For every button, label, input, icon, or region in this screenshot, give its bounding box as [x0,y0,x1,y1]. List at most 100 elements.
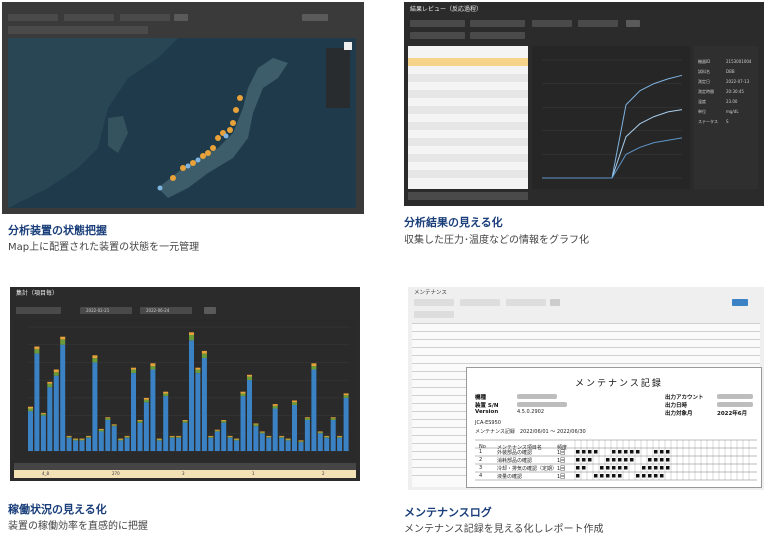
bar-9-s3 [79,438,85,440]
bar-8-s3 [73,438,79,440]
list-item[interactable] [412,355,760,356]
operation-search-button[interactable] [204,307,216,314]
day-mark [618,458,622,462]
filter-field-3[interactable] [120,14,170,21]
table-row[interactable] [408,146,528,154]
bar-2-s1 [34,353,40,451]
bar-12-s1 [98,431,104,451]
panel-2-subtitle: 収集した圧力･温度などの情報をグラフ化 [404,235,589,246]
bar-30-s2 [214,430,220,432]
operation-date-from: 2022-02-21 [86,307,110,313]
bar-32-s2 [227,436,233,438]
table-row[interactable] [408,98,528,106]
day-mark [606,458,610,462]
bar-40-s2 [279,436,285,438]
bar-39-s2 [272,405,278,409]
operation-date-from-field[interactable]: 2022-02-21 [80,307,132,314]
bar-24-s3 [176,435,182,437]
list-item[interactable] [412,363,760,364]
bar-10-s1 [86,437,91,451]
table-row[interactable] [408,122,528,130]
day-mark [576,474,580,478]
maintenance-filter-3[interactable] [506,299,546,306]
bar-5-s2 [53,372,59,376]
operation-chart-svg [28,326,350,452]
day-mark [576,450,580,454]
bar-47-s1 [324,437,330,451]
marker-8 [180,165,186,171]
bar-7-s1 [66,437,72,451]
bar-31-s2 [221,420,227,423]
summary-cell: 3 [182,471,185,476]
bar-1-s2 [28,408,33,412]
table-row[interactable] [408,50,528,58]
bar-24-s2 [176,436,182,438]
panel-4-title: メンテナンスログ [404,506,492,519]
maintenance-filter-2[interactable] [460,299,500,306]
bar-19-s1 [143,402,149,451]
table-row[interactable] [408,82,528,90]
filter-field-1[interactable] [8,14,58,21]
bar-45-s3 [311,363,317,366]
bar-49-s1 [337,437,343,451]
day-mark [660,474,664,478]
operation-date-to-field[interactable]: 2022-06-24 [140,307,192,314]
map-legend [326,48,350,108]
list-item[interactable] [412,323,760,324]
bar-26-s2 [189,335,194,341]
bar-41-s2 [285,439,291,441]
maintenance-output-button[interactable] [732,299,748,306]
table-row[interactable] [408,106,528,114]
bar-4-s1 [47,387,53,451]
bar-13-s2 [105,418,111,420]
day-mark [636,450,640,454]
analysis-filter-3[interactable] [410,32,465,39]
filter-field-2[interactable] [64,14,114,21]
day-mark [606,466,610,470]
bar-49-s2 [337,436,343,438]
maintenance-filter-4[interactable] [414,311,454,318]
bar-21-s2 [156,439,162,441]
analysis-filter-1[interactable] [410,20,465,27]
bar-49-s3 [337,435,343,437]
maintenance-filter-1[interactable] [414,299,454,306]
list-item[interactable] [412,347,760,348]
analysis-search-button[interactable] [626,20,640,27]
panel-1-subtitle: Map上に配置された装置の状態を一元管理 [8,242,200,253]
table-row[interactable] [408,58,528,66]
report-item-no: 3 [479,465,483,471]
list-item[interactable] [412,331,760,332]
analysis-filter-2[interactable] [470,20,525,27]
bar-50-s3 [343,393,349,396]
bar-42-s1 [292,404,297,451]
table-row[interactable] [408,138,528,146]
table-row[interactable] [408,74,528,82]
table-row[interactable] [408,170,528,178]
maintenance-search-button[interactable] [550,299,560,306]
day-mark [660,450,664,454]
table-row[interactable] [408,130,528,138]
list-item[interactable] [412,339,760,340]
bar-23-s1 [169,437,175,451]
bar-9-s2 [79,439,85,441]
bar-2-s2 [34,349,40,354]
panel-operation: 集計（項目毎） 2022-02-21 2022-06-24 4_8 270 3 1 2 [10,287,360,481]
bar-13-s1 [105,420,111,451]
table-row[interactable] [408,66,528,74]
table-row[interactable] [408,114,528,122]
analysis-date-to[interactable] [578,20,618,27]
table-row[interactable] [408,162,528,170]
japan-map[interactable] [8,38,356,208]
table-row[interactable] [408,154,528,162]
analysis-date-from[interactable] [532,20,572,27]
search-button[interactable] [174,14,188,21]
operation-filter[interactable] [16,307,61,314]
map-settings-button[interactable] [302,14,328,21]
bar-42-s3 [292,400,297,403]
table-row[interactable] [408,90,528,98]
bar-18-s3 [137,420,143,421]
bar-6-s2 [60,339,66,345]
table-row[interactable] [408,178,528,186]
analysis-filter-4[interactable] [470,32,525,39]
day-mark [612,466,616,470]
